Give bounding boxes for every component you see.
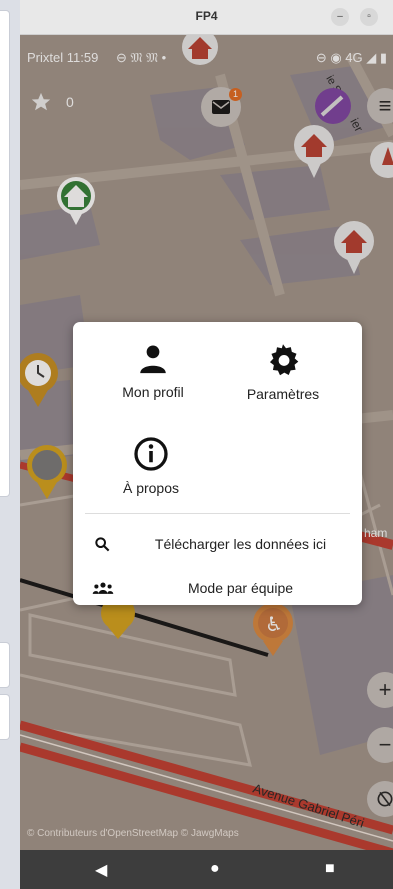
group-icon [92, 582, 114, 594]
window-titlebar: FP4 – ▫ [20, 0, 393, 35]
home-icon[interactable]: ● [210, 860, 220, 878]
gear-icon [269, 344, 299, 376]
back-icon[interactable]: ◀ [95, 860, 107, 880]
background-card [0, 694, 10, 740]
recents-icon[interactable]: ■ [325, 860, 335, 878]
minimize-button[interactable]: – [331, 8, 349, 26]
phone-screen: Avenue Gabriel Péri ham ie Sep ier [20, 35, 393, 889]
android-nav-bar: ◀ ● ■ [20, 850, 393, 889]
search-icon [95, 537, 110, 552]
menu-divider [85, 513, 350, 514]
download-data-label: Télécharger les données ici [154, 536, 327, 552]
about-tile[interactable]: À propos [101, 436, 201, 496]
team-mode-label: Mode par équipe [187, 580, 294, 596]
settings-label: Paramètres [246, 386, 320, 402]
info-icon [134, 437, 168, 471]
settings-tile[interactable]: Paramètres [233, 342, 333, 402]
background-window-strip [0, 0, 20, 889]
profile-tile[interactable]: Mon profil [103, 342, 203, 400]
about-label: À propos [122, 480, 180, 496]
team-mode-item[interactable]: Mode par équipe [73, 570, 362, 606]
background-panel [0, 10, 10, 497]
person-icon [140, 345, 166, 374]
main-menu-dialog: Mon profil Paramètres À propos Télécharg… [73, 322, 362, 605]
download-data-item[interactable]: Télécharger les données ici [73, 526, 362, 562]
maximize-button[interactable]: ▫ [360, 8, 378, 26]
profile-label: Mon profil [122, 384, 184, 400]
background-card [0, 642, 10, 688]
